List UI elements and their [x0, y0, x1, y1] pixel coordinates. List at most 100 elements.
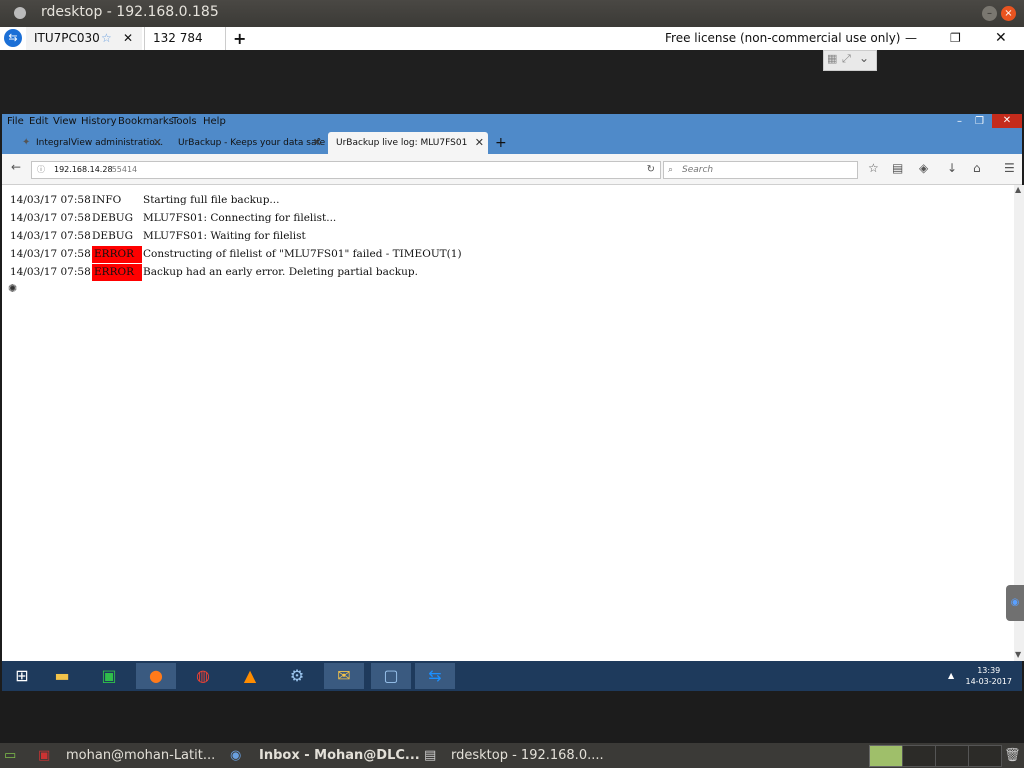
minimize-icon[interactable]: — [905, 27, 917, 50]
window-title: rdesktop - 192.168.0.185 [41, 4, 219, 20]
tray-chevron-icon[interactable]: ▲ [948, 671, 954, 680]
firefox-menubar: File Edit View History Bookmarks Tools H… [2, 114, 1022, 132]
outer-window-titlebar: rdesktop - 192.168.0.185 – × [0, 0, 1024, 27]
add-tab-icon[interactable]: + [233, 27, 246, 50]
search-icon: ⌕ [668, 165, 674, 175]
close-icon[interactable]: ✕ [123, 27, 133, 50]
search-input[interactable]: ⌕ Search [663, 161, 858, 179]
window-icon: ▤ [424, 748, 437, 763]
chrome-icon[interactable]: ◍ [183, 663, 223, 689]
scroll-up-icon[interactable]: ▲ [1015, 185, 1021, 194]
teamviewer-side-handle-icon[interactable]: ◉ [1006, 585, 1024, 621]
tab-integralview[interactable]: ✦ IntegralView administratio... ✕ [6, 132, 166, 154]
minimize-icon[interactable]: – [957, 116, 962, 127]
grid-icon[interactable]: ▦ [827, 52, 837, 65]
teamviewer-toolbar: ⇆ ITU7PC030 ☆ ✕ 132 784 560 + Free licen… [0, 27, 1024, 68]
restore-icon[interactable]: ❐ [950, 27, 961, 50]
log-time: 14/03/17 07:58 [10, 230, 91, 242]
workspace-3[interactable] [935, 745, 969, 767]
windows-taskbar: ⊞ ▬ ▣ ● ◍ ▲ ⚙ ✉ ▢ ⇆ ▲ 13:39 14-03-2017 [2, 661, 1022, 691]
close-window-button[interactable]: ✕ [992, 114, 1022, 128]
tab-urbackup-live-log[interactable]: UrBackup live log: MLU7FS01 ✕ [328, 132, 488, 154]
show-desktop-icon[interactable]: ▭ [4, 743, 16, 768]
loading-spinner-icon: ✺ [8, 282, 18, 295]
windows-start-icon[interactable]: ⊞ [2, 663, 42, 689]
menu-history[interactable]: History [81, 116, 117, 127]
back-icon[interactable]: ← [11, 160, 21, 174]
home-icon[interactable]: ⌂ [973, 161, 981, 175]
log-message: MLU7FS01: Waiting for filelist [143, 230, 306, 242]
close-icon[interactable]: ✕ [153, 132, 162, 154]
workspace-2[interactable] [902, 745, 936, 767]
search-placeholder: Search [682, 165, 714, 175]
hamburger-menu-icon[interactable]: ☰ [1004, 161, 1015, 175]
log-time: 14/03/17 07:58 [10, 194, 91, 206]
tab-favicon: ✦ [22, 137, 31, 148]
pocket-icon[interactable]: ◈ [919, 161, 928, 175]
trash-icon[interactable]: 🗑 [1004, 743, 1021, 768]
tab-label: UrBackup - Keeps your data safe [178, 138, 326, 148]
file-explorer-icon[interactable]: ▬ [42, 663, 82, 689]
menu-view[interactable]: View [53, 116, 77, 127]
firefox-navbar: ← ⓘ 192.168.14.28 :55414 ↻ ⌕ Search ☆ ▤ … [2, 154, 1022, 185]
system-clock[interactable]: 13:39 14-03-2017 [966, 665, 1013, 687]
bookmark-star-icon[interactable]: ☆ [868, 161, 879, 175]
mail-app-icon[interactable]: ✉ [324, 663, 364, 689]
workspace-4[interactable] [968, 745, 1002, 767]
menu-bookmarks[interactable]: Bookmarks [118, 116, 174, 127]
tv-tab-label: ITU7PC030 [34, 31, 100, 45]
close-icon[interactable]: ✕ [475, 132, 484, 154]
network-app-icon[interactable]: ⚙ [277, 663, 317, 689]
teamviewer-quick-tools[interactable]: ▦ ⤢ ⌄ [823, 50, 877, 71]
tv-tab-id[interactable]: 132 784 560 [144, 27, 226, 68]
reload-icon[interactable]: ↻ [647, 162, 655, 178]
workspace-switcher[interactable] [869, 745, 903, 767]
star-icon[interactable]: ☆ [101, 27, 112, 50]
vlc-icon[interactable]: ▲ [230, 663, 270, 689]
thunderbird-icon: ◉ [230, 748, 242, 763]
restore-icon[interactable]: ❐ [975, 116, 984, 127]
tv-tab-itu7pc030[interactable]: ITU7PC030 ☆ ✕ [26, 27, 142, 50]
menu-file[interactable]: File [7, 116, 24, 127]
teamviewer-logo-icon: ⇆ [4, 29, 22, 47]
task-inbox[interactable]: Inbox - Mohan@DLC... [259, 743, 420, 768]
url-bar[interactable]: ⓘ 192.168.14.28 :55414 ↻ [31, 161, 661, 179]
fullscreen-icon[interactable]: ⤢ [842, 52, 851, 66]
app-icon [14, 7, 26, 19]
scroll-down-icon[interactable]: ▼ [1015, 650, 1021, 659]
tab-urbackup[interactable]: UrBackup - Keeps your data safe ✕ [170, 132, 326, 154]
reader-list-icon[interactable]: ▤ [892, 161, 903, 175]
log-message: Starting full file backup... [143, 194, 280, 206]
live-log-page: 14/03/17 07:58 INFO Starting full file b… [2, 185, 1014, 661]
chevron-down-icon[interactable]: ⌄ [859, 51, 869, 65]
firefox-tabstrip: ✦ IntegralView administratio... ✕ UrBack… [2, 132, 1022, 154]
close-icon[interactable]: ✕ [313, 132, 322, 154]
teamviewer-icon[interactable]: ⇆ [415, 663, 455, 689]
url-port: :55414 [109, 165, 138, 174]
store-icon[interactable]: ▣ [89, 663, 129, 689]
close-icon[interactable]: ✕ [995, 27, 1007, 50]
download-icon[interactable]: ↓ [947, 161, 957, 175]
tab-label: IntegralView administratio... [36, 138, 164, 148]
clock-time: 13:39 [977, 666, 1001, 675]
log-level-error: ERROR [92, 264, 142, 281]
log-level: DEBUG [92, 212, 134, 224]
menu-help[interactable]: Help [203, 116, 226, 127]
tab-label: UrBackup live log: MLU7FS01 [336, 138, 468, 148]
license-text: Free license (non-commercial use only) [665, 31, 901, 45]
clock-date: 14-03-2017 [965, 677, 1013, 686]
menu-tools[interactable]: Tools [172, 116, 197, 127]
log-time: 14/03/17 07:58 [10, 266, 91, 278]
info-icon[interactable]: ⓘ [37, 162, 45, 178]
close-window-button[interactable]: × [1001, 6, 1016, 21]
log-level-error: ERROR [92, 246, 142, 263]
log-level: INFO [92, 194, 122, 206]
menu-edit[interactable]: Edit [29, 116, 48, 127]
new-tab-icon[interactable]: + [495, 132, 507, 154]
maximize-icon[interactable] [987, 6, 1002, 21]
remote-desktop-icon[interactable]: ▢ [371, 663, 411, 689]
task-terminal[interactable]: mohan@mohan-Latit... [66, 743, 215, 768]
task-rdesktop[interactable]: rdesktop - 192.168.0.... [451, 743, 604, 768]
firefox-icon[interactable]: ● [136, 663, 176, 689]
log-time: 14/03/17 07:58 [10, 248, 91, 260]
